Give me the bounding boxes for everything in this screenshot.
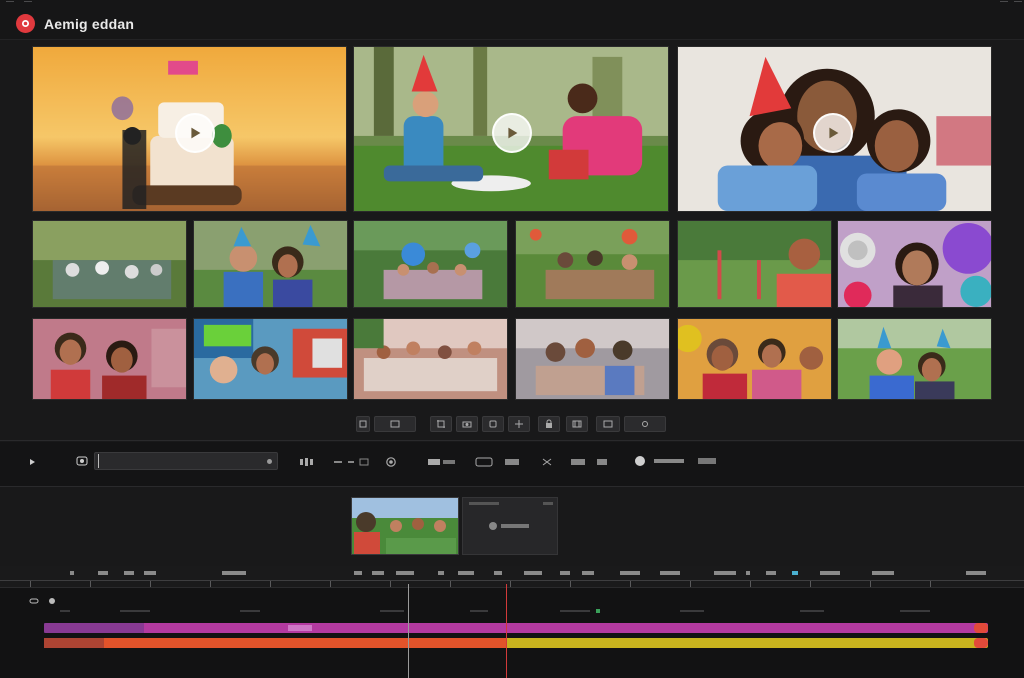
speed-icon[interactable] — [474, 455, 522, 469]
featured-thumb-3[interactable] — [677, 46, 992, 212]
record-icon[interactable] — [384, 455, 398, 469]
video-editor-window: Aemig eddan — [0, 0, 1024, 678]
play-icon[interactable] — [813, 113, 853, 153]
camera-icon[interactable] — [74, 454, 90, 468]
timeline-ruler[interactable] — [0, 566, 1024, 588]
transition-icon[interactable] — [426, 455, 458, 469]
grid-thumb-r1-1[interactable] — [32, 220, 187, 308]
title-bar: Aemig eddan — [0, 0, 1024, 40]
lock-icon[interactable] — [538, 416, 560, 432]
grid-thumb-r1-2[interactable] — [193, 220, 348, 308]
video-track-1[interactable] — [44, 620, 988, 633]
grid-thumb-r1-3[interactable] — [353, 220, 508, 308]
film-icon[interactable] — [566, 416, 588, 432]
grid-thumb-r2-2[interactable] — [193, 318, 348, 400]
grid-icon[interactable] — [508, 416, 530, 432]
video-track-2[interactable] — [44, 635, 988, 648]
edge-ticks — [0, 0, 1024, 8]
grid-thumb-r1-5[interactable] — [677, 220, 832, 308]
grid-thumb-r1-6[interactable] — [837, 220, 992, 308]
chevron-down-icon[interactable] — [267, 459, 272, 464]
panel-divider — [0, 486, 1024, 487]
play-icon[interactable] — [492, 113, 532, 153]
grid-thumb-r2-5[interactable] — [677, 318, 832, 400]
featured-thumb-1[interactable] — [32, 46, 347, 212]
grid-thumb-r2-6[interactable] — [837, 318, 992, 400]
panel-divider — [0, 440, 1024, 441]
app-title: Aemig eddan — [44, 16, 135, 32]
text-icon[interactable] — [330, 455, 374, 469]
grid-thumb-r1-4[interactable] — [515, 220, 670, 308]
settings-icon[interactable] — [624, 416, 666, 432]
grid-thumb-r2-1[interactable] — [32, 318, 187, 400]
search-input[interactable] — [94, 452, 278, 470]
camera-icon[interactable] — [456, 416, 478, 432]
play-icon[interactable] — [26, 455, 38, 469]
frame-icon[interactable] — [482, 416, 504, 432]
frame-icon[interactable] — [596, 416, 620, 432]
preview-thumbnail[interactable] — [351, 497, 459, 555]
track-ticks — [60, 609, 930, 613]
preview-panel — [462, 497, 558, 555]
text-caret — [98, 454, 99, 468]
record-icon[interactable] — [16, 14, 35, 33]
split-icon[interactable] — [540, 455, 612, 469]
playhead-secondary[interactable] — [408, 584, 409, 678]
grid-thumb-r2-3[interactable] — [353, 318, 508, 400]
audio-icon[interactable] — [298, 455, 320, 469]
featured-thumb-2[interactable] — [353, 46, 669, 212]
select-icon[interactable] — [356, 416, 370, 432]
crop-icon[interactable] — [430, 416, 452, 432]
image-icon[interactable] — [374, 416, 416, 432]
grid-thumb-r2-4[interactable] — [515, 318, 670, 400]
play-icon[interactable] — [175, 113, 215, 153]
playhead[interactable] — [506, 584, 507, 678]
effects-icon[interactable] — [634, 454, 718, 468]
